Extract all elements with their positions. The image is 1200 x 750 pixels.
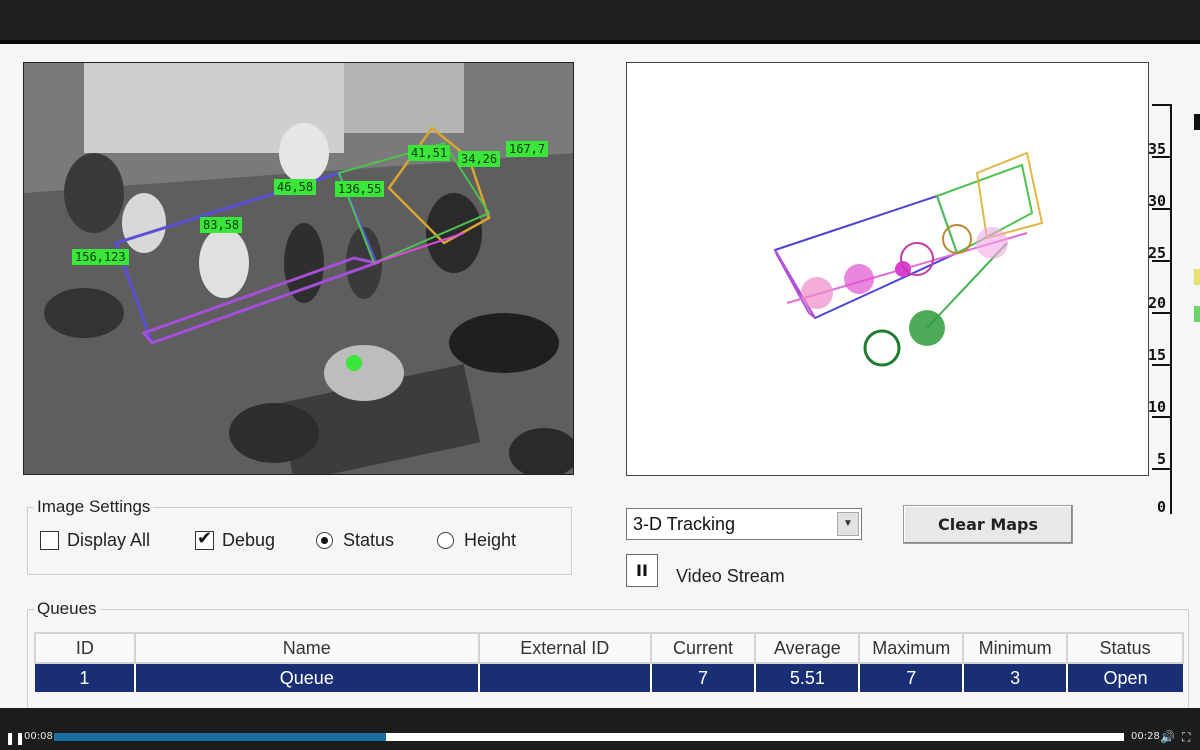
display-all-checkbox[interactable]: Display All	[40, 530, 150, 551]
track-tag: 156,123	[72, 249, 129, 265]
track-tag: 83,58	[200, 217, 243, 233]
scale-tick	[1152, 156, 1170, 158]
table-row[interactable]: 1 Queue 7 5.51 7 3 Open	[35, 663, 1183, 692]
table-cell: 7	[650, 663, 757, 692]
fullscreen-icon[interactable]: ⛶	[1182, 730, 1190, 745]
display-all-box[interactable]	[40, 531, 59, 550]
scale-marker	[1194, 306, 1200, 322]
queues-title: Queues	[34, 599, 100, 619]
scale-axis	[1170, 104, 1172, 514]
display-all-label: Display All	[67, 530, 151, 550]
scale-marker	[1194, 269, 1200, 285]
queues-group: Queues ID Name External ID Current Avera…	[27, 599, 1189, 719]
progress-fill	[54, 733, 386, 741]
column-header[interactable]: Current	[649, 632, 757, 664]
tracking-map-plot	[773, 151, 1044, 367]
table-cell: 3	[963, 663, 1069, 692]
scale-marker	[1194, 114, 1200, 130]
track-tag: 46,58	[274, 179, 317, 195]
scale-label: 0	[1156, 498, 1166, 516]
scale-tick	[1152, 364, 1170, 366]
scale-tick	[1152, 208, 1170, 210]
video-player-bar: ❚❚ 00:08 00:28 🔊 ⛶	[0, 708, 1200, 750]
pause-icon[interactable]: II	[626, 554, 658, 587]
tracking-map	[626, 62, 1149, 476]
table-cell: 5.51	[755, 663, 861, 692]
camera-scene	[24, 63, 573, 474]
height-scale: 35 30 25 20 15 10 5 0	[1140, 104, 1180, 534]
progress-bar[interactable]	[54, 733, 1124, 741]
table-header-row: ID Name External ID Current Average Maxi…	[34, 632, 1184, 664]
column-header[interactable]: Status	[1066, 632, 1184, 664]
track-tag: 41,51	[408, 145, 451, 161]
status-radio-dot[interactable]	[316, 532, 333, 549]
table-cell	[478, 663, 652, 692]
tracking-mode-select[interactable]: 3-D Tracking ▼	[626, 508, 862, 540]
scale-tick	[1152, 260, 1170, 262]
tracking-mode-value: 3-D Tracking	[633, 514, 736, 534]
scale-tick	[1152, 104, 1170, 106]
track-tag: 167,7	[506, 141, 549, 157]
table-cell: 1	[35, 663, 136, 692]
height-radio[interactable]: Height	[437, 530, 516, 551]
debug-checkbox[interactable]: Debug	[195, 528, 276, 551]
scale-tick	[1152, 468, 1170, 470]
status-label: Status	[343, 530, 395, 550]
duration-time: 00:28	[1131, 731, 1160, 742]
scale-tick	[1152, 312, 1170, 314]
table-cell: Open	[1067, 663, 1183, 692]
debug-label: Debug	[222, 530, 276, 550]
elapsed-time: 00:08	[24, 731, 53, 742]
scale-tick	[1152, 416, 1170, 418]
chevron-down-icon[interactable]: ▼	[837, 512, 859, 536]
column-header[interactable]: Minimum	[962, 632, 1069, 664]
table-cell: Queue	[134, 663, 480, 692]
debug-box[interactable]	[195, 528, 214, 550]
scale-label: 10	[1147, 398, 1166, 416]
image-settings-title: Image Settings	[34, 497, 154, 517]
height-radio-dot[interactable]	[437, 532, 454, 549]
column-header[interactable]: External ID	[477, 632, 652, 664]
column-header[interactable]: Average	[754, 632, 861, 664]
track-tag: 136,55	[335, 181, 385, 197]
queue-tracking-app: 156,123 83,58 46,58 136,55 41,51 34,26 1…	[0, 40, 1200, 719]
volume-icon[interactable]: 🔊	[1160, 730, 1175, 744]
player-pause-icon[interactable]: ❚❚	[5, 731, 25, 745]
queues-table: ID Name External ID Current Average Maxi…	[34, 632, 1184, 692]
clear-maps-button[interactable]: Clear Maps	[903, 505, 1073, 544]
column-header[interactable]: Name	[133, 632, 480, 664]
video-stream-label: Video Stream	[676, 566, 785, 586]
camera-feed: 156,123 83,58 46,58 136,55 41,51 34,26 1…	[23, 62, 574, 475]
column-header[interactable]: Maximum	[858, 632, 965, 664]
scale-label: 20	[1147, 294, 1166, 312]
table-cell: 7	[859, 663, 965, 692]
column-header[interactable]: ID	[34, 632, 136, 664]
scale-label: 15	[1147, 346, 1166, 364]
track-tag: 34,26	[458, 151, 501, 167]
scale-label: 5	[1156, 450, 1166, 468]
height-label: Height	[464, 530, 517, 550]
image-settings-group: Image Settings Display All Debug Status …	[27, 497, 572, 575]
video-top-bar	[0, 0, 1200, 40]
status-radio[interactable]: Status	[316, 530, 394, 551]
